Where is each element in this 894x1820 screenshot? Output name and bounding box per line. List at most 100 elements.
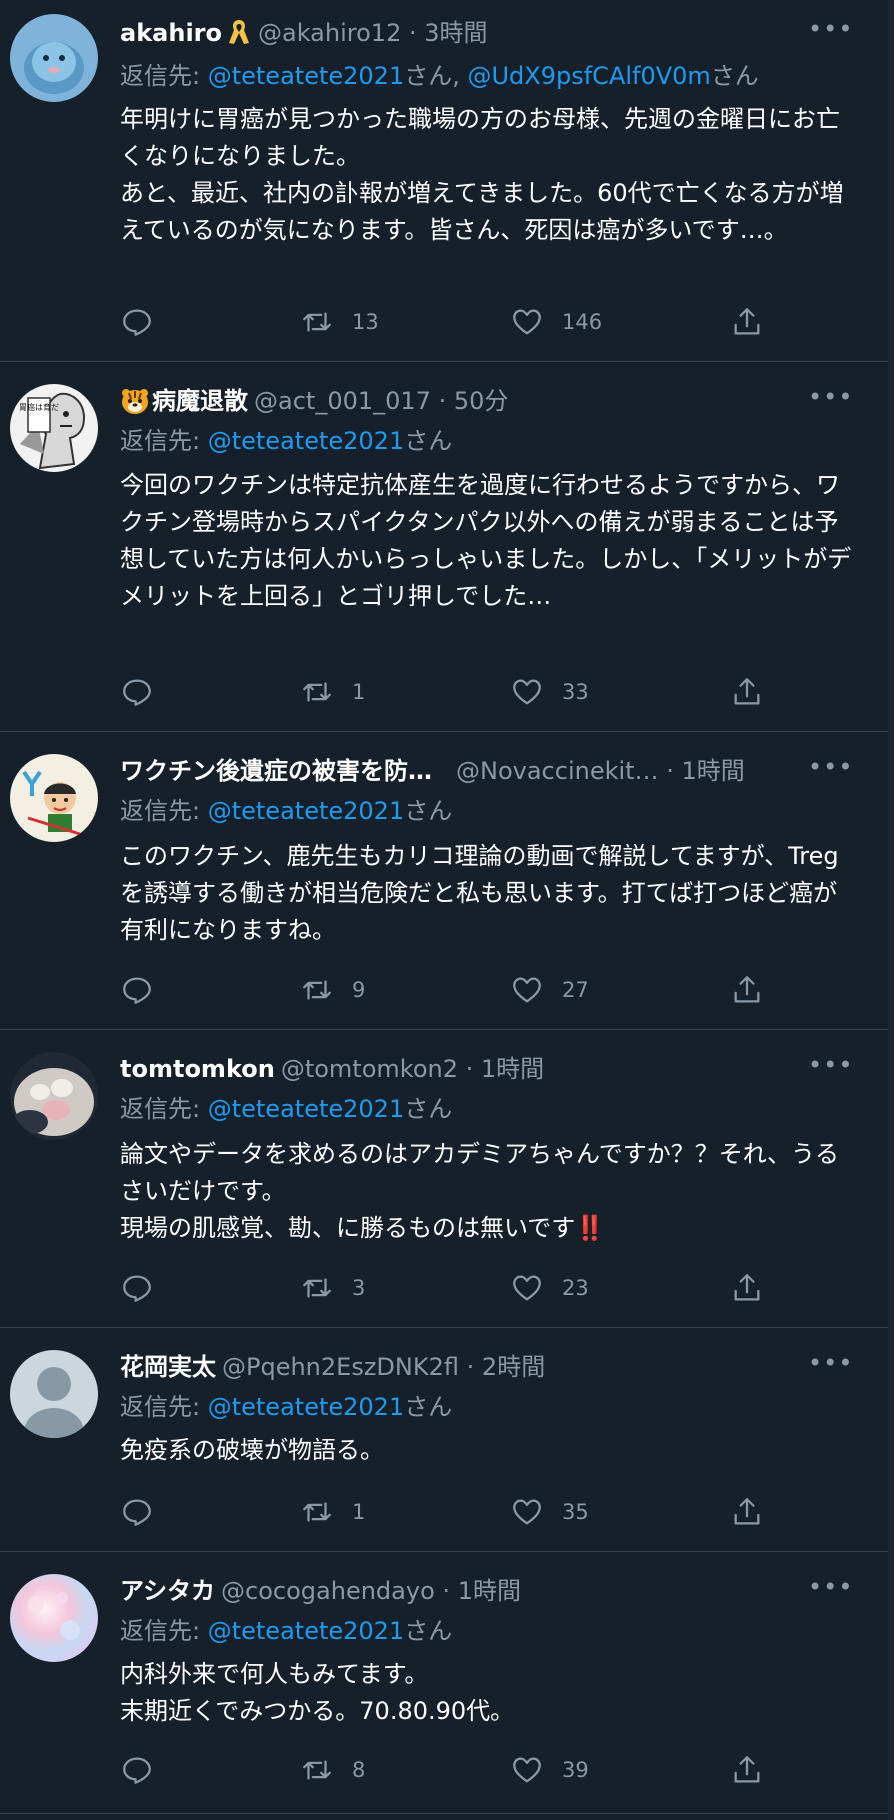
reply-feed: akahiro @akahiro12 · 3時間 ••• 返信先: @teteat… [0,0,888,1820]
share-button[interactable] [730,1492,764,1532]
user-handle[interactable]: @Pqehn2EszDNK2fl [222,1353,459,1381]
timestamp[interactable]: 2時間 [482,1353,545,1381]
tweet-akahiro[interactable]: akahiro @akahiro12 · 3時間 ••• 返信先: @teteat… [0,0,888,362]
tweet-header: アシタカ @cocogahendayo · 1時間 [120,1574,798,1608]
timestamp[interactable]: 3時間 [424,19,487,47]
mention-joiner: , [452,62,468,90]
retweet-icon [303,682,331,702]
display-name[interactable]: ワクチン後遺症の被害を防… [120,757,432,785]
reply-button[interactable] [120,672,154,712]
display-name[interactable]: akahiro [120,19,222,47]
reply-icon [123,977,151,1004]
dot-separator: · [466,1353,475,1381]
retweet-count: 9 [352,978,366,1002]
like-button[interactable]: 146 [510,302,602,342]
share-button[interactable] [730,302,764,342]
tweet-hanaoka[interactable]: 花岡実太 @Pqehn2EszDNK2fl · 2時間 ••• 返信先: @tet… [0,1328,888,1552]
avatar[interactable] [10,1574,98,1662]
more-icon[interactable]: ••• [808,754,852,788]
more-icon[interactable]: ••• [808,1350,852,1384]
reply-button[interactable] [120,970,154,1010]
mention-link[interactable]: @UdX9psfCAlf0V0m [467,62,710,90]
retweet-button[interactable]: 8 [300,1750,365,1790]
honorific: さん [404,1617,453,1645]
retweet-icon [303,980,331,1000]
dot-separator: · [442,1577,451,1605]
like-button[interactable]: 39 [510,1750,589,1790]
scrollbar[interactable] [888,0,894,1820]
retweet-button[interactable]: 3 [300,1268,365,1308]
like-button[interactable]: 33 [510,672,589,712]
mention-link[interactable]: @teteatete2021 [208,427,405,455]
user-handle[interactable]: @act_001_017 [254,387,431,415]
retweet-button[interactable]: 9 [300,970,365,1010]
share-button[interactable] [730,1750,764,1790]
like-button[interactable]: 27 [510,970,589,1010]
replying-to: 返信先: @teteatete2021さん [120,1614,858,1648]
mention-link[interactable]: @teteatete2021 [208,797,405,825]
more-icon[interactable]: ••• [808,16,852,50]
tweet-header: ワクチン後遺症の被害を防… @Novaccinekit… · 1時間 [120,754,798,788]
timestamp[interactable]: 1時間 [681,757,744,785]
tweet-ashitaka[interactable]: アシタカ @cocogahendayo · 1時間 ••• 返信先: @tetea… [0,1552,888,1814]
tweet-header: akahiro @akahiro12 · 3時間 [120,16,798,50]
more-icon[interactable]: ••• [808,1052,852,1086]
replying-to: 返信先: @teteatete2021さん, @UdX9psfCAlf0V0mさ… [120,59,858,93]
tweet-tomtomkon[interactable]: tomtomkon @tomtomkon2 · 1時間 ••• 返信先: @tet… [0,1030,888,1328]
more-icon[interactable]: ••• [808,384,852,418]
display-name[interactable]: アシタカ [120,1577,215,1605]
retweet-icon [303,1278,331,1298]
share-button[interactable] [730,672,764,712]
share-icon [734,1498,760,1525]
share-button[interactable] [730,1268,764,1308]
retweet-button[interactable]: 1 [300,672,365,712]
display-name[interactable]: tomtomkon [120,1055,275,1083]
more-icon[interactable]: ••• [808,1574,852,1608]
tweet-novaccine[interactable]: ワクチン後遺症の被害を防… @Novaccinekit… · 1時間 ••• 返信… [0,732,888,1030]
dot-separator: · [438,387,447,415]
timestamp[interactable]: 50分 [454,387,509,415]
user-handle[interactable]: @tomtomkon2 [281,1055,458,1083]
replying-to-label: 返信先: [120,1617,208,1645]
replying-to: 返信先: @teteatete2021さん [120,794,858,828]
replying-to: 返信先: @teteatete2021さん [120,1092,858,1126]
display-name[interactable]: 花岡実太 [120,1353,216,1381]
avatar[interactable] [10,1350,98,1438]
user-handle[interactable]: @cocogahendayo [221,1577,435,1605]
user-handle[interactable]: @Novaccinekit… [456,757,659,785]
reply-button[interactable] [120,1492,154,1532]
replying-to-label: 返信先: [120,62,208,90]
heart-icon [513,1499,541,1525]
tweet-text: 年明けに胃癌が見つかった職場の方のお母様、先週の金曜日にお亡くなりになりました。… [120,105,844,244]
like-button[interactable]: 35 [510,1492,589,1532]
share-icon [734,976,760,1003]
reply-icon [123,1499,151,1526]
reply-icon [123,1275,151,1302]
tweet-text: このワクチン、鹿先生もカリコ理論の動画で解説してますが、Tregを誘導する働きが… [120,842,839,944]
tweet-text: 免疫系の破壊が物語る。 [120,1436,384,1464]
avatar[interactable]: 胃癌は育だ [10,384,98,472]
reply-button[interactable] [120,1268,154,1308]
reply-button[interactable] [120,302,154,342]
retweet-button[interactable]: 1 [300,1492,365,1532]
mention-link[interactable]: @teteatete2021 [208,62,405,90]
display-name[interactable]: 病魔退散 [152,387,248,415]
tweet-actions: 1 33 [120,672,770,712]
like-button[interactable]: 23 [510,1268,589,1308]
retweet-button[interactable]: 13 [300,302,379,342]
share-icon [734,1756,760,1783]
user-handle[interactable]: @akahiro12 [258,19,401,47]
share-button[interactable] [730,970,764,1010]
avatar[interactable] [10,1052,98,1140]
timestamp[interactable]: 1時間 [458,1577,521,1605]
mention-link[interactable]: @teteatete2021 [208,1393,405,1421]
reply-button[interactable] [120,1750,154,1790]
avatar[interactable] [10,14,98,102]
tweet-byoumataisan[interactable]: 胃癌は育だ 病魔退散 @act_001_017 · 50分 ••• 返信先: @t… [0,362,888,732]
share-icon [734,678,760,705]
mention-link[interactable]: @teteatete2021 [208,1095,405,1123]
replying-to: 返信先: @teteatete2021さん [120,1390,858,1424]
avatar[interactable] [10,754,98,842]
mention-link[interactable]: @teteatete2021 [208,1617,405,1645]
timestamp[interactable]: 1時間 [481,1055,544,1083]
